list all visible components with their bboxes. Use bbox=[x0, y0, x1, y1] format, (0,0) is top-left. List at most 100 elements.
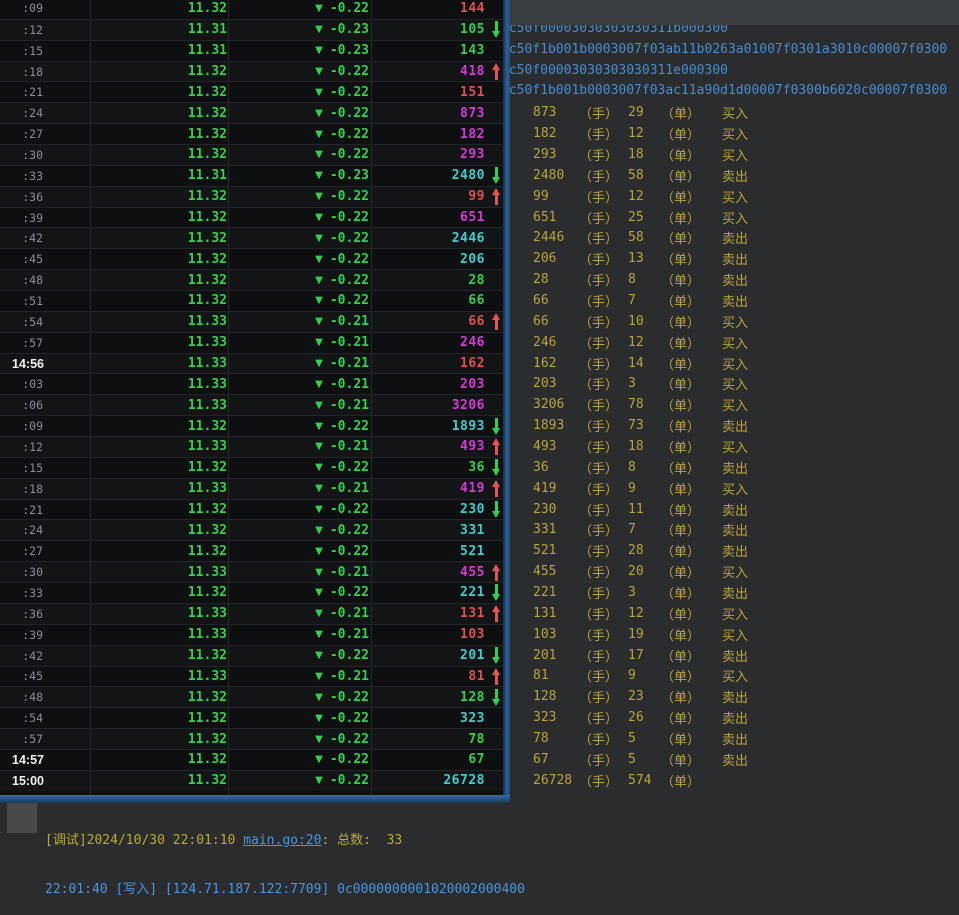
table-row[interactable]: :1811.33▼-0.21419 bbox=[0, 478, 503, 499]
table-row[interactable]: :2411.32▼-0.22873 bbox=[0, 102, 503, 123]
order-unit-label: （单） bbox=[661, 750, 722, 769]
table-row[interactable]: :2711.32▼-0.22521 bbox=[0, 540, 503, 561]
table-row[interactable]: :1811.32▼-0.22418 bbox=[0, 61, 503, 82]
trade-time: :27 bbox=[0, 127, 90, 141]
table-row[interactable]: :3311.31▼-0.232480 bbox=[0, 165, 503, 186]
table-row[interactable]: :5411.32▼-0.22323 bbox=[0, 707, 503, 728]
table-row[interactable]: :2411.32▼-0.22331 bbox=[0, 519, 503, 540]
table-row[interactable]: 14:5711.32▼-0.2267 bbox=[0, 749, 503, 770]
source-file-link[interactable]: main.go:20 bbox=[243, 833, 321, 848]
order-count: 26 bbox=[628, 710, 661, 725]
change-value: -0.22 bbox=[330, 127, 369, 142]
trade-time: :09 bbox=[0, 1, 90, 15]
table-row[interactable]: :5711.32▼-0.2278 bbox=[0, 728, 503, 749]
table-row[interactable]: :3311.32▼-0.22221 bbox=[0, 582, 503, 603]
change-value: -0.23 bbox=[330, 22, 369, 37]
table-row[interactable]: :1511.32▼-0.2236 bbox=[0, 457, 503, 478]
arrow-cell bbox=[486, 188, 503, 205]
trade-volume: 201 bbox=[371, 648, 486, 663]
order-count: 25 bbox=[628, 210, 661, 225]
trade-time: :57 bbox=[0, 336, 90, 350]
trade-direction: 卖出 bbox=[722, 270, 748, 289]
trade-time: :51 bbox=[0, 294, 90, 308]
trade-price: 11.32 bbox=[90, 711, 228, 726]
table-row[interactable]: :4511.32▼-0.22206 bbox=[0, 248, 503, 269]
table-row[interactable]: :3611.32▼-0.2299 bbox=[0, 186, 503, 207]
price-change: ▼-0.21 bbox=[228, 356, 371, 371]
trade-direction: 卖出 bbox=[722, 249, 748, 268]
change-value: -0.21 bbox=[330, 669, 369, 684]
trade-volume: 2480 bbox=[371, 168, 486, 183]
price-change: ▼-0.23 bbox=[228, 43, 371, 58]
trade-volume: 1893 bbox=[533, 418, 579, 433]
tick-table: :0911.32▼-0.22144:1211.31▼-0.23105:1511.… bbox=[0, 0, 503, 791]
arrow-cell bbox=[486, 689, 503, 706]
table-row[interactable]: :4511.33▼-0.2181 bbox=[0, 666, 503, 687]
table-row[interactable]: :5111.32▼-0.2266 bbox=[0, 290, 503, 311]
price-change: ▼-0.21 bbox=[228, 565, 371, 580]
trade-direction: 卖出 bbox=[722, 583, 748, 602]
trade-time: :24 bbox=[0, 106, 90, 120]
table-row[interactable]: :2111.32▼-0.22151 bbox=[0, 81, 503, 102]
table-row[interactable]: :3911.33▼-0.21103 bbox=[0, 624, 503, 645]
price-change: ▼-0.23 bbox=[228, 168, 371, 183]
table-row[interactable]: :0311.33▼-0.21203 bbox=[0, 373, 503, 394]
change-value: -0.23 bbox=[330, 43, 369, 58]
console-trade-row: 230（手）11（单）卖出 bbox=[501, 499, 748, 520]
table-row[interactable]: :4211.32▼-0.22201 bbox=[0, 645, 503, 666]
down-triangle-icon: ▼ bbox=[315, 525, 323, 536]
table-row[interactable]: :1511.31▼-0.23143 bbox=[0, 40, 503, 61]
table-row[interactable]: :1211.31▼-0.23105 bbox=[0, 19, 503, 40]
trade-volume: 521 bbox=[533, 543, 579, 558]
column-separator bbox=[371, 0, 372, 795]
table-row[interactable]: :5411.33▼-0.2166 bbox=[0, 311, 503, 332]
table-row[interactable]: :5711.33▼-0.21246 bbox=[0, 332, 503, 353]
hand-unit-label: （手） bbox=[579, 187, 628, 206]
table-row[interactable]: 14:5611.33▼-0.21162 bbox=[0, 353, 503, 374]
trade-volume: 2446 bbox=[533, 230, 579, 245]
trade-price: 11.32 bbox=[90, 585, 228, 600]
table-row[interactable]: 15:0011.32▼-0.2226728 bbox=[0, 770, 503, 791]
order-count: 58 bbox=[628, 168, 661, 183]
hand-unit-label: （手） bbox=[579, 520, 628, 539]
trade-volume: 246 bbox=[371, 335, 486, 350]
change-value: -0.22 bbox=[330, 64, 369, 79]
table-row[interactable]: :1211.33▼-0.21493 bbox=[0, 436, 503, 457]
trade-volume: 293 bbox=[371, 147, 486, 162]
order-unit-label: （单） bbox=[661, 354, 722, 373]
table-row[interactable]: :2711.32▼-0.22182 bbox=[0, 123, 503, 144]
order-count: 11 bbox=[628, 502, 661, 517]
table-row[interactable]: :3911.32▼-0.22651 bbox=[0, 207, 503, 228]
table-row[interactable]: :4811.32▼-0.2228 bbox=[0, 269, 503, 290]
table-row[interactable]: :3011.33▼-0.21455 bbox=[0, 561, 503, 582]
trade-volume: 99 bbox=[371, 189, 486, 204]
order-count: 78 bbox=[628, 397, 661, 412]
order-count: 14 bbox=[628, 356, 661, 371]
change-value: -0.22 bbox=[330, 419, 369, 434]
trade-volume: 103 bbox=[371, 627, 486, 642]
table-row[interactable]: :4811.32▼-0.22128 bbox=[0, 686, 503, 707]
down-arrow-icon bbox=[492, 501, 501, 518]
trade-time: :54 bbox=[0, 711, 90, 725]
trade-volume: 246 bbox=[533, 335, 579, 350]
table-row[interactable]: :2111.32▼-0.22230 bbox=[0, 499, 503, 520]
down-arrow-icon bbox=[492, 459, 501, 476]
console-trade-row: 162（手）14（单）买入 bbox=[501, 353, 748, 374]
table-row[interactable]: :4211.32▼-0.222446 bbox=[0, 227, 503, 248]
table-row[interactable]: :3611.33▼-0.21131 bbox=[0, 603, 503, 624]
console-trade-row: 873（手）29（单）买入 bbox=[501, 102, 748, 123]
trade-volume: 230 bbox=[371, 502, 486, 517]
console-scrollbar-thumb[interactable] bbox=[7, 803, 37, 833]
trade-volume: 2480 bbox=[533, 168, 579, 183]
up-arrow-icon bbox=[492, 480, 501, 497]
price-change: ▼-0.21 bbox=[228, 398, 371, 413]
hand-unit-label: （手） bbox=[579, 562, 628, 581]
table-row[interactable]: :0911.32▼-0.22144 bbox=[0, 0, 503, 19]
column-separator bbox=[90, 0, 91, 795]
hand-unit-label: （手） bbox=[579, 166, 628, 185]
table-row[interactable]: :3011.32▼-0.22293 bbox=[0, 144, 503, 165]
table-row[interactable]: :0911.32▼-0.221893 bbox=[0, 415, 503, 436]
table-row[interactable]: :0611.33▼-0.213206 bbox=[0, 394, 503, 415]
down-triangle-icon: ▼ bbox=[315, 337, 323, 348]
trade-price: 11.32 bbox=[90, 85, 228, 100]
